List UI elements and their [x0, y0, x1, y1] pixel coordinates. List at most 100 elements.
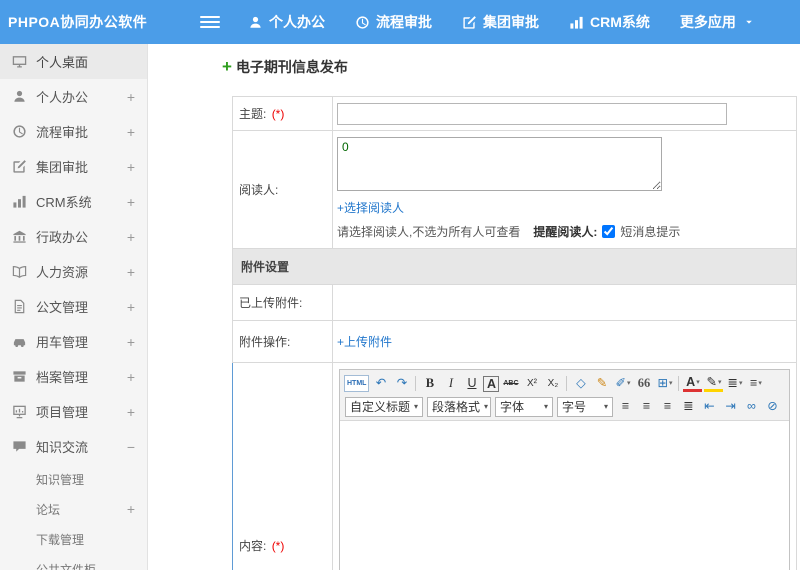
car-icon — [12, 334, 27, 349]
sidebar-item-archive-management[interactable]: 档案管理 + — [0, 359, 147, 394]
italic-button[interactable]: I — [441, 374, 460, 393]
add-icon: + — [222, 57, 232, 76]
underline-button[interactable]: U — [462, 374, 481, 393]
expand-icon[interactable]: + — [127, 229, 135, 245]
unordered-list-button[interactable]: ≡ — [746, 374, 765, 393]
subject-input[interactable] — [337, 102, 727, 125]
sidebar-item-crm-system[interactable]: CRM系统 + — [0, 184, 147, 219]
upload-attachment-link[interactable]: +上传附件 — [337, 333, 392, 350]
font-family-select[interactable]: 字体 ▾ — [495, 396, 553, 417]
edit-icon — [12, 159, 27, 174]
building-icon — [12, 229, 27, 244]
expand-icon[interactable]: + — [127, 299, 135, 315]
subscript-button[interactable]: X₂ — [543, 374, 562, 393]
caret-down-icon — [744, 17, 754, 27]
sidebar-item-personal-office[interactable]: 个人办公 + — [0, 79, 147, 114]
sidebar-subitem-label: 公共文件柜 — [36, 562, 97, 570]
select-readers-link[interactable]: +选择阅读人 — [337, 199, 404, 216]
content-label-cell: 内容: (*) — [232, 362, 333, 570]
expand-icon[interactable]: + — [127, 89, 135, 105]
attachment-section-row: 附件设置 — [232, 248, 797, 285]
fill-color-button[interactable]: ✐ — [613, 374, 632, 393]
sms-remind-checkbox[interactable] — [602, 225, 616, 238]
nav-group-approval[interactable]: 集团审批 — [462, 12, 539, 32]
image-button[interactable]: ▦ — [784, 397, 786, 416]
link-button[interactable]: ∞ — [742, 397, 761, 416]
bold-button[interactable]: B — [420, 374, 439, 393]
redo-button[interactable]: ↷ — [392, 374, 411, 393]
blockquote-button[interactable]: 66 — [634, 374, 653, 393]
toolbar-separator — [566, 376, 568, 391]
bar-chart-icon — [569, 15, 584, 30]
expand-icon[interactable]: + — [127, 404, 135, 420]
readers-row: 阅读人: +选择阅读人 请选择阅读人,不选为所有人可查看 提醒阅读人: 短消息提… — [232, 130, 797, 249]
align-right-button[interactable]: ≡ — [658, 397, 677, 416]
remove-format-button[interactable]: ◇ — [571, 374, 590, 393]
sidebar-subitem-knowledge-management[interactable]: 知识管理 — [0, 464, 147, 494]
attachment-ops-row: 附件操作: +上传附件 — [232, 320, 797, 363]
unlink-button[interactable]: ⊘ — [763, 397, 782, 416]
sidebar-item-project-management[interactable]: 项目管理 + — [0, 394, 147, 429]
heading-select[interactable]: 自定义标题 ▾ — [345, 396, 423, 417]
uploaded-attachments-value — [332, 284, 797, 321]
person-icon — [248, 15, 263, 30]
readers-hint-text: 请选择阅读人,不选为所有人可查看 — [337, 225, 521, 239]
font-size-select[interactable]: 字号 ▾ — [557, 396, 613, 417]
sidebar-subitem-label: 论坛 — [36, 502, 61, 517]
nav-crm-system[interactable]: CRM系统 — [569, 12, 650, 32]
sidebar-subitem-download-management[interactable]: 下载管理 — [0, 524, 147, 554]
sidebar-subitem-forum[interactable]: 论坛 + — [0, 494, 147, 524]
indent-increase-button[interactable]: ⇥ — [721, 397, 740, 416]
nav-label: CRM系统 — [590, 14, 650, 30]
sidebar-item-knowledge-exchange[interactable]: 知识交流 − — [0, 429, 147, 464]
sidebar-item-admin-office[interactable]: 行政办公 + — [0, 219, 147, 254]
content-label: 内容: — [239, 539, 267, 553]
content-row: 内容: (*) HTML↶↷BIUAABCX²X₂◇✎✐66⊞A✎≣≡ 自定义标… — [232, 362, 797, 570]
sidebar-item-label: 集团审批 — [36, 160, 89, 175]
hamburger-menu-icon[interactable] — [200, 16, 220, 28]
format-painter-button[interactable]: ✎ — [592, 374, 611, 393]
insert-table-button[interactable]: ⊞ — [655, 374, 674, 393]
sidebar-item-human-resources[interactable]: 人力资源 + — [0, 254, 147, 289]
highlight-color-button[interactable]: ✎ — [704, 375, 724, 392]
sidebar-item-document-management[interactable]: 公文管理 + — [0, 289, 147, 324]
readers-textarea[interactable] — [337, 137, 662, 191]
required-mark: (*) — [271, 539, 285, 553]
expand-icon[interactable]: + — [127, 124, 135, 140]
expand-icon[interactable]: + — [127, 369, 135, 385]
expand-icon[interactable]: + — [127, 159, 135, 175]
font-style-button[interactable]: A — [483, 375, 500, 392]
expand-icon[interactable]: + — [127, 264, 135, 280]
expand-icon[interactable]: + — [127, 194, 135, 210]
project-board-icon — [12, 404, 27, 419]
expand-icon[interactable]: + — [127, 501, 135, 517]
align-center-button[interactable]: ≡ — [637, 397, 656, 416]
html-source-button[interactable]: HTML — [344, 375, 370, 392]
expand-icon[interactable]: + — [127, 334, 135, 350]
align-justify-button[interactable]: ≣ — [679, 397, 698, 416]
page-title: + 电子期刊信息发布 — [222, 58, 800, 76]
indent-decrease-button[interactable]: ⇤ — [700, 397, 719, 416]
readers-label: 阅读人: — [239, 183, 279, 197]
sidebar-item-group-approval[interactable]: 集团审批 + — [0, 149, 147, 184]
ordered-list-button[interactable]: ≣ — [725, 374, 744, 393]
undo-button[interactable]: ↶ — [371, 374, 390, 393]
strikethrough-button[interactable]: ABC — [501, 374, 520, 393]
attachment-ops-label-cell: 附件操作: — [232, 320, 333, 363]
superscript-button[interactable]: X² — [522, 374, 541, 393]
sidebar-item-vehicle-management[interactable]: 用车管理 + — [0, 324, 147, 359]
nav-workflow-approval[interactable]: 流程审批 — [355, 12, 432, 32]
paragraph-format-select[interactable]: 段落格式 ▾ — [427, 396, 491, 417]
bar-chart-icon — [12, 194, 27, 209]
nav-more-apps[interactable]: 更多应用 — [680, 12, 754, 32]
nav-personal-office[interactable]: 个人办公 — [248, 12, 325, 32]
edit-icon — [462, 15, 477, 30]
sidebar-item-personal-desktop[interactable]: 个人桌面 — [0, 44, 147, 79]
sidebar-item-workflow-approval[interactable]: 流程审批 + — [0, 114, 147, 149]
font-color-button[interactable]: A — [683, 375, 703, 392]
align-left-button[interactable]: ≡ — [616, 397, 635, 416]
sidebar-subitem-public-file-cabinet[interactable]: 公共文件柜 — [0, 554, 147, 570]
editor-content-area[interactable] — [340, 421, 789, 570]
collapse-icon[interactable]: − — [127, 439, 135, 455]
app-brand[interactable]: PHPOA协同办公软件 — [0, 12, 200, 32]
